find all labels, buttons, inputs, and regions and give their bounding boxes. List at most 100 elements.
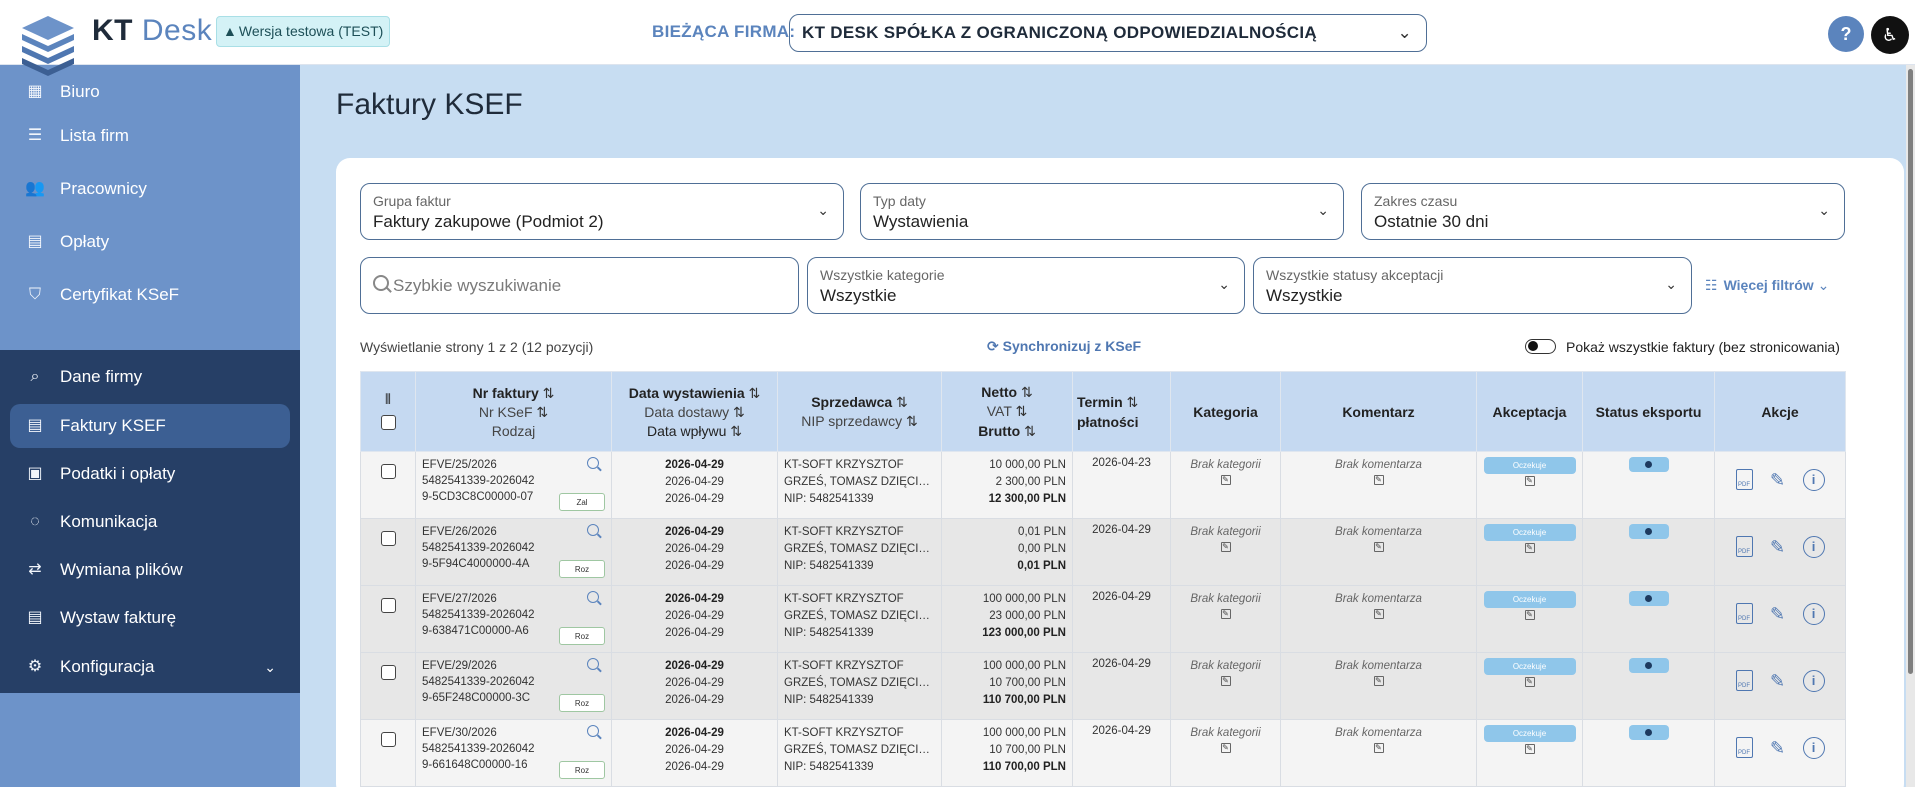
edit-category-icon[interactable]: ✎ — [1220, 542, 1231, 552]
row-checkbox[interactable] — [380, 464, 396, 479]
sidebar-item-wymiana[interactable]: ⇄ Wymiana plików — [10, 548, 290, 592]
edit-acceptance-icon[interactable]: ✎ — [1524, 744, 1535, 754]
row-checkbox[interactable] — [380, 732, 396, 747]
quick-search[interactable] — [360, 257, 799, 314]
scrollbar-thumb[interactable] — [1908, 69, 1913, 674]
seller-name-2: GRZEŚ, TOMASZ DZIĘCIO... — [784, 543, 935, 555]
table-row[interactable]: EFVE/27/2026 5482541339-2026042 9-638471… — [360, 585, 1846, 653]
sidebar-item-dane-firmy[interactable]: ⌕ Dane firmy — [10, 355, 290, 399]
actions-cell: PDF ✎ i — [1714, 652, 1846, 720]
select-all-checkbox[interactable] — [380, 414, 396, 430]
info-icon[interactable]: i — [1802, 737, 1825, 759]
preview-icon[interactable] — [587, 591, 599, 603]
edit-icon[interactable]: ✎ — [1767, 469, 1789, 491]
acceptance-badge: Oczekuje — [1483, 725, 1576, 742]
show-all-toggle[interactable] — [1525, 339, 1556, 354]
ksef-number-1: 5482541339-2026042 — [422, 609, 535, 621]
pdf-icon[interactable]: PDF — [1735, 469, 1753, 490]
row-checkbox[interactable] — [380, 598, 396, 613]
scrollbar[interactable] — [1906, 65, 1915, 787]
edit-acceptance-icon[interactable]: ✎ — [1524, 543, 1535, 553]
page-title: Faktury KSEF — [336, 88, 523, 121]
more-filters-button[interactable]: ☷ Więcej filtrów ⌄ — [1705, 277, 1829, 294]
category-select[interactable]: Wszystkie kategorie Wszystkie ⌄ — [807, 257, 1245, 314]
row-checkbox[interactable] — [380, 665, 396, 680]
row-select-cell — [360, 451, 416, 519]
info-icon[interactable]: i — [1802, 536, 1825, 558]
col-dates[interactable]: Data wystawienia ⇅ Data dostawy ⇅ Data wpł… — [611, 371, 778, 452]
row-checkbox[interactable] — [380, 531, 396, 546]
sort-icon: ⇅ — [1126, 393, 1139, 410]
edit-category-icon[interactable]: ✎ — [1220, 475, 1231, 485]
category-cell: Brak kategorii ✎ — [1170, 518, 1281, 586]
sidebar-item-faktury-ksef[interactable]: ▤ Faktury KSEF — [10, 404, 290, 448]
sidebar-item-lista-firm[interactable]: ☰ Lista firm — [10, 114, 290, 158]
edit-category-icon[interactable]: ✎ — [1220, 609, 1231, 619]
table-row[interactable]: EFVE/30/2026 5482541339-2026042 9-661648… — [360, 719, 1846, 787]
pdf-icon[interactable]: PDF — [1735, 737, 1753, 758]
row-select-cell — [360, 518, 416, 586]
edit-category-icon[interactable]: ✎ — [1220, 676, 1231, 686]
columns-icon[interactable]: ⦀ — [365, 391, 411, 408]
sync-button[interactable]: ⟳ Synchronizuj z KSeF — [987, 338, 1141, 355]
edit-category-icon[interactable]: ✎ — [1220, 743, 1231, 753]
edit-acceptance-icon[interactable]: ✎ — [1524, 677, 1535, 687]
table-row[interactable]: EFVE/29/2026 5482541339-2026042 9-65F248… — [360, 652, 1846, 720]
date-issue: 2026-04-29 — [665, 660, 724, 672]
nr-cell: EFVE/29/2026 5482541339-2026042 9-65F248… — [415, 652, 612, 720]
edit-comment-icon[interactable]: ✎ — [1373, 542, 1384, 552]
date-type-select[interactable]: Typ daty Wystawienia ⌄ — [860, 183, 1344, 240]
sort-icon: ⇅ — [542, 384, 555, 401]
table-row[interactable]: EFVE/25/2026 5482541339-2026042 9-5CD3C8… — [360, 451, 1846, 519]
kind-badge: Roz — [559, 627, 605, 645]
company-select[interactable]: KT DESK SPÓŁKA Z OGRANICZONĄ ODPOWIEDZIA… — [789, 14, 1427, 52]
group-select[interactable]: Grupa faktur Faktury zakupowe (Podmiot 2… — [360, 183, 844, 240]
edit-icon[interactable]: ✎ — [1767, 536, 1789, 558]
preview-icon[interactable] — [587, 725, 599, 737]
sidebar-item-podatki[interactable]: ▣ Podatki i opłaty — [10, 452, 290, 496]
sidebar-item-biuro[interactable]: ▦ Biuro — [10, 70, 290, 114]
invoice-number: EFVE/26/2026 — [422, 526, 497, 538]
info-icon[interactable]: i — [1802, 469, 1825, 491]
edit-acceptance-icon[interactable]: ✎ — [1524, 610, 1535, 620]
edit-icon[interactable]: ✎ — [1767, 603, 1789, 625]
search-input[interactable] — [393, 272, 693, 300]
sidebar-item-wystaw[interactable]: ▤ Wystaw fakturę — [10, 596, 290, 640]
pdf-icon[interactable]: PDF — [1735, 603, 1753, 624]
edit-acceptance-icon[interactable]: ✎ — [1524, 476, 1535, 486]
col-termin[interactable]: Termin ⇅ płatności — [1072, 371, 1171, 452]
edit-comment-icon[interactable]: ✎ — [1373, 609, 1384, 619]
sidebar-item-komunikacja[interactable]: ◌ Komunikacja — [10, 500, 290, 544]
export-status-badge — [1628, 524, 1669, 539]
col-komentarz: Komentarz — [1280, 371, 1477, 452]
table-row[interactable]: EFVE/26/2026 5482541339-2026042 9-5F94C4… — [360, 518, 1846, 586]
pdf-icon[interactable]: PDF — [1735, 670, 1753, 691]
info-icon[interactable]: i — [1802, 670, 1825, 692]
sidebar-item-oplaty[interactable]: ▤ Opłaty — [10, 220, 290, 264]
preview-icon[interactable] — [587, 457, 599, 469]
preview-icon[interactable] — [587, 658, 599, 670]
edit-comment-icon[interactable]: ✎ — [1373, 743, 1384, 753]
top-bar: KT Desk ▲ Wersja testowa (TEST) BIEŻĄCA F… — [0, 0, 1915, 76]
edit-icon[interactable]: ✎ — [1767, 670, 1789, 692]
info-icon[interactable]: i — [1802, 603, 1825, 625]
date-range-select[interactable]: Zakres czasu Ostatnie 30 dni ⌄ — [1361, 183, 1845, 240]
sidebar-item-pracownicy[interactable]: 👥 Pracownicy — [10, 167, 290, 211]
edit-icon[interactable]: ✎ — [1767, 737, 1789, 759]
export-status-cell — [1582, 451, 1715, 519]
col-seller[interactable]: Sprzedawca ⇅ NIP sprzedawcy ⇅ — [777, 371, 942, 452]
col-nr[interactable]: Nr faktury ⇅ Nr KSeF ⇅ Rodzaj — [415, 371, 612, 452]
category-cell: Brak kategorii ✎ — [1170, 719, 1281, 787]
sidebar-item-konfiguracja[interactable]: ⚙ Konfiguracja ⌄ — [10, 645, 290, 689]
help-button[interactable]: ? — [1828, 16, 1864, 52]
col-amounts[interactable]: Netto ⇅ VAT ⇅ Brutto ⇅ — [941, 371, 1073, 452]
status-select[interactable]: Wszystkie statusy akceptacji Wszystkie ⌄ — [1253, 257, 1692, 314]
accessibility-icon[interactable]: ♿ — [1871, 16, 1909, 54]
pdf-icon[interactable]: PDF — [1735, 536, 1753, 557]
logo-icon[interactable] — [20, 14, 76, 76]
date-issue: 2026-04-29 — [665, 727, 724, 739]
sidebar-item-certyfikat[interactable]: ⛉ Certyfikat KSeF — [10, 273, 290, 317]
preview-icon[interactable] — [587, 524, 599, 536]
edit-comment-icon[interactable]: ✎ — [1373, 676, 1384, 686]
edit-comment-icon[interactable]: ✎ — [1373, 475, 1384, 485]
